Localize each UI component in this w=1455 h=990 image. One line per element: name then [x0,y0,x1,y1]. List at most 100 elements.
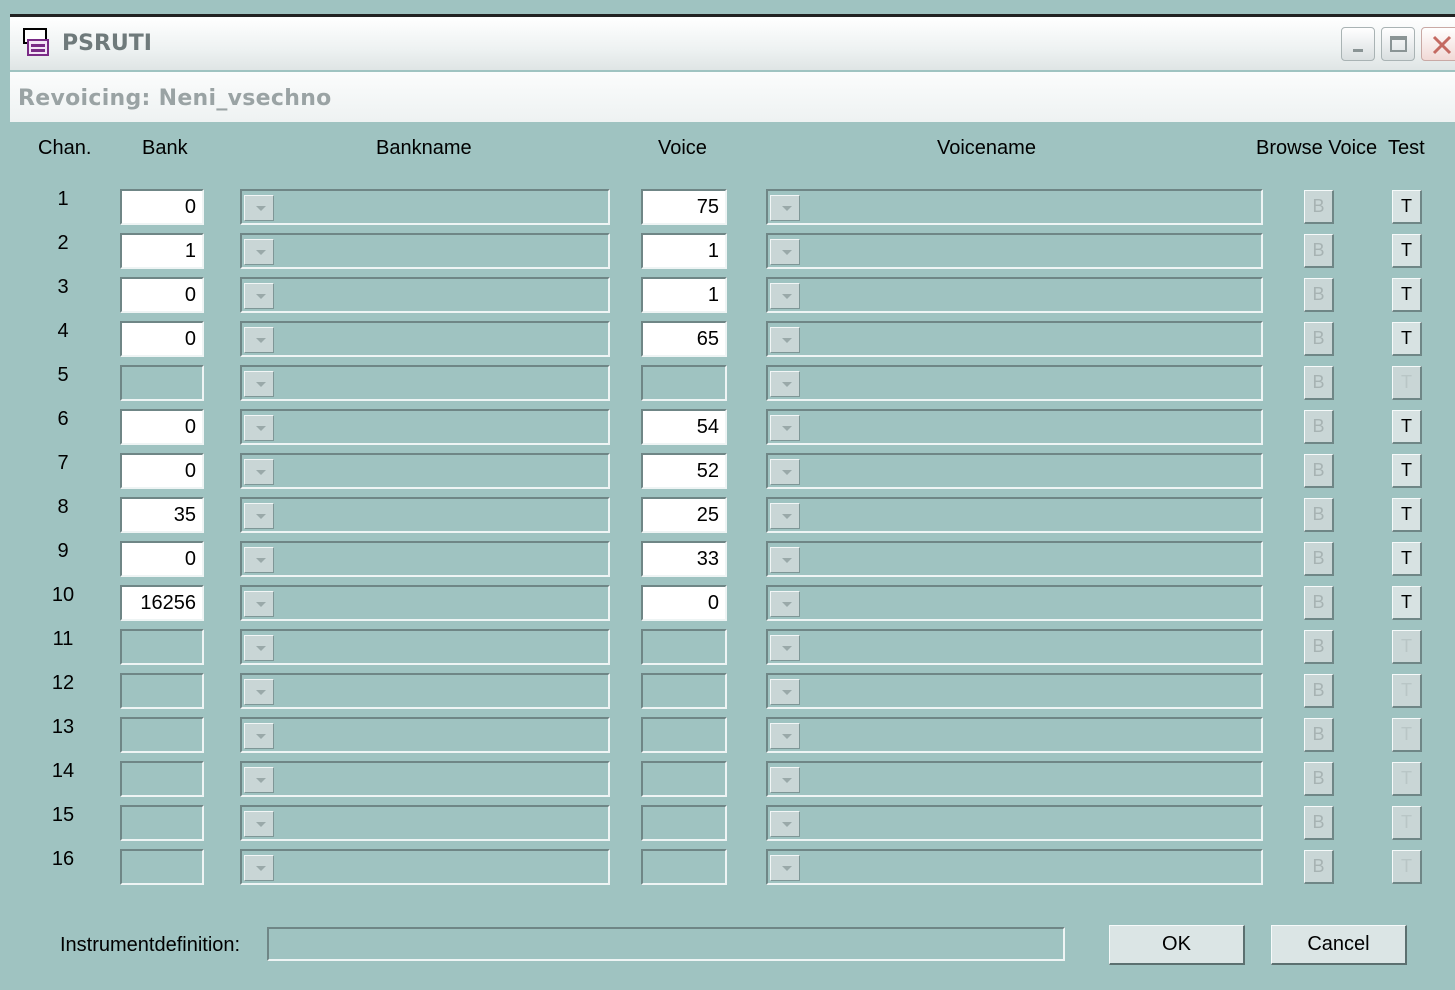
test-button[interactable]: T [1392,542,1422,576]
browse-voice-button[interactable]: B [1304,454,1334,488]
bankname-combo[interactable] [240,673,610,709]
chevron-down-icon[interactable] [770,283,800,309]
bank-field[interactable] [120,761,204,797]
psr-uti-app-icon[interactable] [22,27,50,57]
chevron-down-icon[interactable] [770,239,800,265]
test-button[interactable]: T [1392,278,1422,312]
bank-field[interactable]: 0 [120,189,204,225]
test-button[interactable]: T [1392,234,1422,268]
bankname-combo[interactable] [240,453,610,489]
bank-field[interactable]: 1 [120,233,204,269]
voice-field[interactable] [641,849,727,885]
bank-field[interactable]: 0 [120,453,204,489]
voice-field[interactable]: 75 [641,189,727,225]
close-button[interactable] [1421,27,1455,61]
chevron-down-icon[interactable] [244,239,274,265]
bank-field[interactable]: 0 [120,321,204,357]
voice-field[interactable] [641,629,727,665]
test-button[interactable]: T [1392,718,1422,752]
cancel-button[interactable]: Cancel [1271,925,1407,965]
chevron-down-icon[interactable] [770,723,800,749]
chevron-down-icon[interactable] [770,547,800,573]
bankname-combo[interactable] [240,585,610,621]
chevron-down-icon[interactable] [244,811,274,837]
browse-voice-button[interactable]: B [1304,586,1334,620]
bankname-combo[interactable] [240,761,610,797]
browse-voice-button[interactable]: B [1304,498,1334,532]
voicename-combo[interactable] [766,233,1263,269]
bankname-combo[interactable] [240,233,610,269]
voice-field[interactable]: 0 [641,585,727,621]
bank-field[interactable]: 0 [120,541,204,577]
bank-field[interactable]: 16256 [120,585,204,621]
chevron-down-icon[interactable] [770,503,800,529]
voicename-combo[interactable] [766,409,1263,445]
browse-voice-button[interactable]: B [1304,850,1334,884]
bankname-combo[interactable] [240,365,610,401]
bankname-combo[interactable] [240,409,610,445]
test-button[interactable]: T [1392,762,1422,796]
test-button[interactable]: T [1392,322,1422,356]
chevron-down-icon[interactable] [244,415,274,441]
chevron-down-icon[interactable] [244,591,274,617]
test-button[interactable]: T [1392,454,1422,488]
browse-voice-button[interactable]: B [1304,234,1334,268]
bank-field[interactable]: 0 [120,277,204,313]
chevron-down-icon[interactable] [244,327,274,353]
chevron-down-icon[interactable] [770,767,800,793]
browse-voice-button[interactable]: B [1304,630,1334,664]
bankname-combo[interactable] [240,849,610,885]
test-button[interactable]: T [1392,806,1422,840]
chevron-down-icon[interactable] [244,855,274,881]
chevron-down-icon[interactable] [770,591,800,617]
voicename-combo[interactable] [766,673,1263,709]
browse-voice-button[interactable]: B [1304,322,1334,356]
browse-voice-button[interactable]: B [1304,762,1334,796]
bankname-combo[interactable] [240,717,610,753]
browse-voice-button[interactable]: B [1304,806,1334,840]
bank-field[interactable] [120,805,204,841]
chevron-down-icon[interactable] [244,371,274,397]
voicename-combo[interactable] [766,365,1263,401]
bankname-combo[interactable] [240,629,610,665]
voicename-combo[interactable] [766,541,1263,577]
bankname-combo[interactable] [240,805,610,841]
chevron-down-icon[interactable] [244,283,274,309]
chevron-down-icon[interactable] [244,195,274,221]
browse-voice-button[interactable]: B [1304,542,1334,576]
bank-field[interactable]: 35 [120,497,204,533]
chevron-down-icon[interactable] [770,635,800,661]
test-button[interactable]: T [1392,190,1422,224]
voice-field[interactable]: 54 [641,409,727,445]
bankname-combo[interactable] [240,277,610,313]
voice-field[interactable] [641,673,727,709]
browse-voice-button[interactable]: B [1304,718,1334,752]
voice-field[interactable]: 1 [641,277,727,313]
chevron-down-icon[interactable] [244,547,274,573]
bank-field[interactable]: 0 [120,409,204,445]
chevron-down-icon[interactable] [770,855,800,881]
test-button[interactable]: T [1392,498,1422,532]
instrument-definition-field[interactable] [267,927,1065,961]
voicename-combo[interactable] [766,189,1263,225]
chevron-down-icon[interactable] [770,459,800,485]
browse-voice-button[interactable]: B [1304,410,1334,444]
voicename-combo[interactable] [766,277,1263,313]
test-button[interactable]: T [1392,366,1422,400]
voice-field[interactable] [641,717,727,753]
ok-button[interactable]: OK [1109,925,1245,965]
bank-field[interactable] [120,365,204,401]
browse-voice-button[interactable]: B [1304,278,1334,312]
minimize-button[interactable] [1341,27,1375,61]
test-button[interactable]: T [1392,630,1422,664]
bank-field[interactable] [120,717,204,753]
voicename-combo[interactable] [766,629,1263,665]
chevron-down-icon[interactable] [244,503,274,529]
voicename-combo[interactable] [766,453,1263,489]
voicename-combo[interactable] [766,761,1263,797]
chevron-down-icon[interactable] [770,195,800,221]
test-button[interactable]: T [1392,674,1422,708]
voicename-combo[interactable] [766,497,1263,533]
test-button[interactable]: T [1392,586,1422,620]
bankname-combo[interactable] [240,189,610,225]
